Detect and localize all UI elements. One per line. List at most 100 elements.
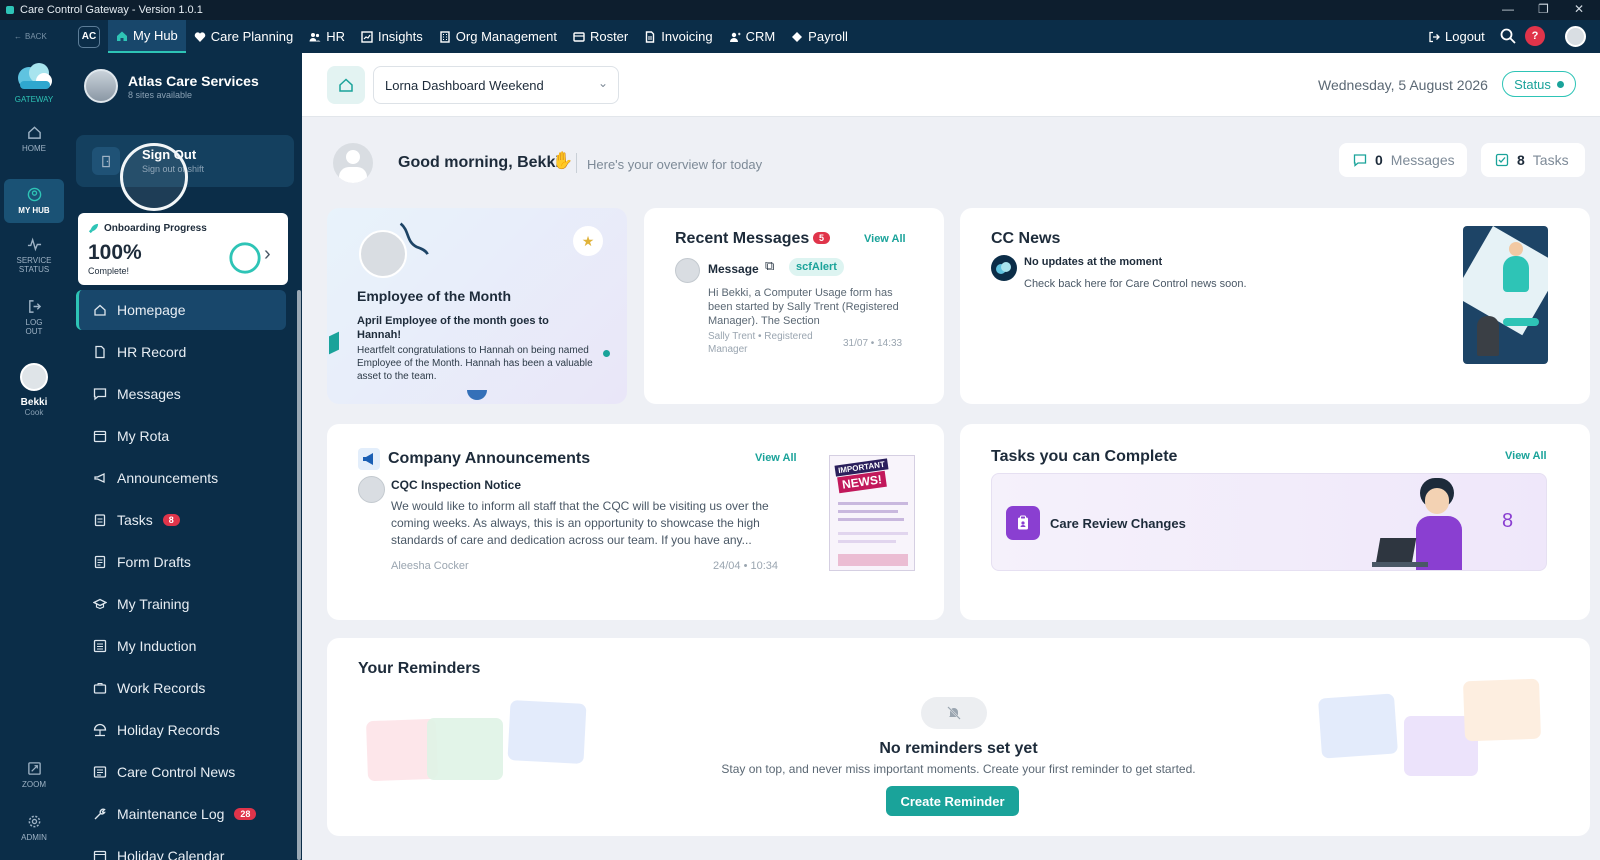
reminders-empty-body: Stay on top, and never miss important mo… [721,762,1196,776]
clipboard-icon [1006,506,1040,540]
message-time: 31/07 • 14:33 [843,338,903,349]
tab-label: Care Planning [210,29,294,44]
employee-of-month-card[interactable]: ★ Employee of the Month April Employee o… [327,208,627,404]
clipboard-icon [94,514,106,527]
logout-button[interactable]: Logout [1420,20,1493,53]
logout-icon [28,300,41,313]
create-reminder-button[interactable]: Create Reminder [886,786,1019,816]
tasks-label: Tasks [1532,152,1569,168]
org-header[interactable]: Atlas Care Services 8 sites available [84,69,259,103]
close-icon[interactable]: ✕ [1574,2,1584,16]
rail-zoom[interactable]: ZOOM [4,761,64,789]
sidebar-item-my-training[interactable]: My Training [76,584,286,624]
title-bar: Care Control Gateway - Version 1.0.1 — ❐… [0,0,1600,20]
tab-insights[interactable]: Insights [353,20,431,53]
task-item-count: 8 [1502,510,1514,532]
confetti-decoration [603,350,610,357]
message-item[interactable]: Message ⧉ scfAlert Hi Bekki, a Computer … [675,258,925,398]
form-icon [94,555,106,569]
tab-payroll[interactable]: Payroll [783,20,856,53]
onboarding-card[interactable]: Onboarding Progress 100% Complete! › [78,213,288,285]
tab-hr[interactable]: HR [301,20,353,53]
create-reminder-label: Create Reminder [900,793,1005,809]
sidebar-item-hr-record[interactable]: HR Record [76,332,286,372]
messages-pill[interactable]: 0 Messages [1339,143,1467,177]
external-link-icon[interactable]: ⧉ [765,258,774,274]
news-icon [93,766,107,778]
cc-news-card: CC News No updates at the moment Check b… [960,208,1590,404]
org-logo [84,69,118,103]
task-item[interactable]: Care Review Changes 8 [991,473,1547,571]
sidebar: Atlas Care Services 8 sites available Si… [68,53,302,860]
chat-icon [1353,154,1367,167]
chart-icon [361,30,373,43]
org-switch-button[interactable]: AC [78,25,100,48]
rail-my-hub[interactable]: MY HUB [4,179,64,223]
tab-roster[interactable]: Roster [565,20,636,53]
current-date: Wednesday, 5 August 2026 [1318,77,1488,93]
sidebar-item-maintenance-log[interactable]: Maintenance Log 28 [76,794,286,834]
minimize-icon[interactable]: — [1502,2,1514,16]
announcements-card: Company Announcements View All CQC Inspe… [327,424,944,620]
rail-service-status[interactable]: SERVICE STATUS [4,237,64,274]
tab-label: Roster [589,29,629,44]
checkbox-icon [1495,153,1509,167]
sidebar-item-tasks[interactable]: Tasks 8 [76,500,286,540]
rail-home[interactable]: HOME [4,125,64,153]
sidebar-item-badge: 8 [162,514,180,526]
status-badge[interactable]: Status [1502,71,1576,97]
sidebar-item-holiday-records[interactable]: Holiday Records [76,710,286,750]
announcement-poster[interactable]: IMPORTANT NEWS! [829,455,915,571]
building-icon [440,30,450,43]
home-button[interactable] [327,66,365,104]
tab-care-planning[interactable]: Care Planning [186,20,301,53]
tasks-card: Tasks you can Complete View All Care Rev… [960,424,1590,620]
tab-my-hub[interactable]: My Hub [108,20,186,53]
progress-ring [229,242,261,274]
announcements-view-all[interactable]: View All [755,452,797,464]
message-type: Message [708,262,759,276]
sidebar-scrollbar[interactable] [297,290,301,860]
sidebar-item-messages[interactable]: Messages [76,374,286,414]
sign-out-card[interactable]: Sign Out Sign out of shift [76,135,294,211]
help-button[interactable]: ? [1525,26,1545,46]
person-at-laptop-illustration [1372,478,1482,570]
recent-messages-card: Recent Messages 5 View All Message ⧉ scf… [644,208,944,404]
back-button[interactable]: ← BACK [0,32,78,41]
status-label: Status [1514,76,1551,92]
status-dot-icon [1556,80,1564,88]
sidebar-item-care-control-news[interactable]: Care Control News [76,752,286,792]
tasks-pill[interactable]: 8 Tasks [1481,143,1585,177]
tasks-card-title: Tasks you can Complete [991,448,1178,465]
maximize-icon[interactable]: ❐ [1538,2,1549,16]
sidebar-item-holiday-calendar[interactable]: Holiday Calendar [76,836,286,860]
tab-label: HR [326,29,345,44]
calendar-icon [93,850,107,860]
announcement-item[interactable]: CQC Inspection Notice We would like to i… [358,476,798,606]
news-illustration [1463,226,1548,364]
rail-admin[interactable]: ADMIN [4,814,64,842]
recent-messages-view-all[interactable]: View All [864,233,906,245]
user-avatar[interactable] [1565,26,1586,47]
rail-user[interactable]: Bekki Cook [4,363,64,417]
gateway-logo[interactable]: GATEWAY [10,59,58,104]
tasks-view-all[interactable]: View All [1505,450,1547,462]
tab-crm[interactable]: CRM [721,20,784,53]
onboarding-subtitle: Complete! [88,266,130,276]
sidebar-item-announcements[interactable]: Announcements [76,458,286,498]
sidebar-item-work-records[interactable]: Work Records [76,668,286,708]
search-icon[interactable] [1500,28,1516,44]
sidebar-item-label: Work Records [117,680,206,696]
home-icon [117,31,127,41]
avatar [358,476,385,503]
tab-org-management[interactable]: Org Management [431,20,565,53]
rail-log-out[interactable]: LOG OUT [4,299,64,336]
dashboard-select[interactable]: Lorna Dashboard Weekend ⌄ [373,66,619,104]
sidebar-item-form-drafts[interactable]: Form Drafts [76,542,286,582]
sidebar-item-homepage[interactable]: Homepage [76,290,286,330]
tab-invoicing[interactable]: Invoicing [636,20,720,53]
chevron-right-icon[interactable]: › [264,243,271,266]
avatar [333,143,373,183]
sidebar-item-my-rota[interactable]: My Rota [76,416,286,456]
sidebar-item-my-induction[interactable]: My Induction [76,626,286,666]
